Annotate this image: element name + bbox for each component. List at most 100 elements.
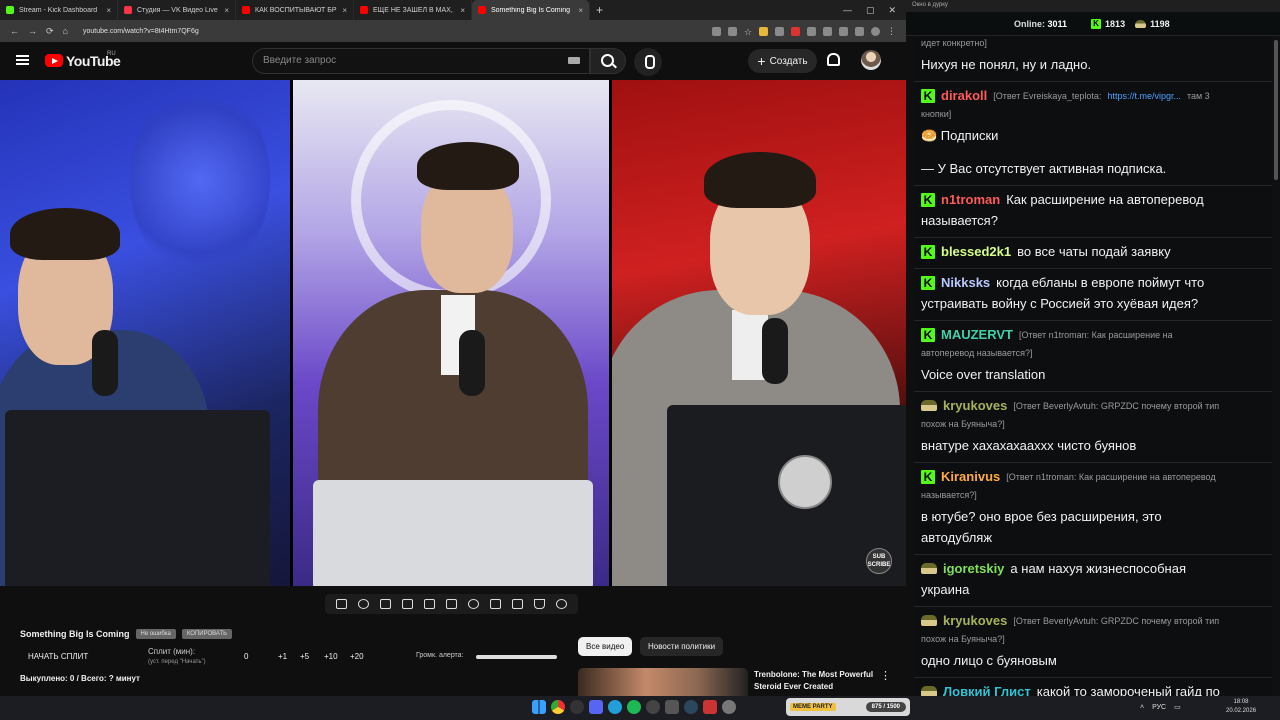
- forward-icon[interactable]: →: [28, 26, 37, 36]
- more-options-icon[interactable]: ⋮: [880, 669, 891, 682]
- microphone-icon[interactable]: [634, 48, 662, 76]
- app-icon[interactable]: [665, 700, 679, 714]
- filter-chip-all-videos[interactable]: Все видео: [578, 637, 633, 656]
- chat-message-header: Kblessed2k1 во все чаты подай заявку: [921, 244, 1171, 259]
- eye-icon[interactable]: [380, 599, 392, 609]
- alert-volume-slider[interactable]: [476, 655, 557, 659]
- recommended-title[interactable]: Trenbolone: The Most Powerful Steroid Ev…: [754, 669, 878, 693]
- extension-icon[interactable]: [759, 26, 768, 36]
- reply-link[interactable]: https://t.me/vipgr...: [1107, 91, 1181, 101]
- broadcast-icon[interactable]: [358, 599, 370, 609]
- reply-reference: [Ответ Evreiskaya_teplota:: [993, 90, 1102, 101]
- picture-in-picture-icon[interactable]: [424, 599, 436, 609]
- split-value[interactable]: 0: [244, 652, 278, 661]
- split-plus-1[interactable]: +1: [278, 652, 300, 661]
- tab-close-icon[interactable]: ×: [106, 6, 111, 15]
- browser-tab[interactable]: Stream - Kick Dashboard ×: [0, 0, 118, 20]
- tab-close-icon[interactable]: ×: [224, 6, 229, 15]
- tab-close-icon[interactable]: ×: [342, 6, 347, 15]
- obs-icon[interactable]: [570, 700, 584, 714]
- split-plus-20[interactable]: +20: [350, 652, 376, 661]
- recommended-thumbnail[interactable]: [578, 668, 748, 696]
- avatar[interactable]: [861, 50, 881, 70]
- menu-dots-icon[interactable]: ⋮: [887, 26, 896, 37]
- extension-icon[interactable]: [791, 26, 800, 36]
- home-icon[interactable]: ⌂: [63, 26, 68, 36]
- chat-username[interactable]: Nikksks: [941, 275, 990, 290]
- profile-icon[interactable]: [871, 26, 880, 36]
- chrome-icon[interactable]: [551, 700, 565, 714]
- notifications-bell-icon[interactable]: [827, 53, 840, 66]
- video-player[interactable]: SUB SCRIBE: [0, 80, 906, 586]
- keyboard-icon[interactable]: [568, 57, 580, 64]
- app-icon[interactable]: [703, 700, 717, 714]
- extension-icon[interactable]: [727, 26, 737, 36]
- chat-username[interactable]: n1troman: [941, 192, 1000, 207]
- browser-tab[interactable]: ЕЩЕ НЕ ЗАШЕЛ В MAX, А ДАЧ ×: [354, 0, 472, 20]
- app-icon[interactable]: [646, 700, 660, 714]
- minimize-icon[interactable]: —: [843, 5, 852, 16]
- chat-username[interactable]: kryukoves: [943, 613, 1007, 628]
- browser-tab[interactable]: Something Big Is Coming ×: [472, 0, 590, 20]
- steam-icon[interactable]: [684, 700, 698, 714]
- tab-close-icon[interactable]: ×: [578, 6, 583, 15]
- puzzle-icon[interactable]: [807, 26, 816, 36]
- flask-icon[interactable]: [533, 599, 545, 609]
- browser-tab[interactable]: КАК ВОСПИТЫВАЮТ БРИТАН ×: [236, 0, 354, 20]
- meme-party-widget[interactable]: MEME PARTY 875 / 1500: [786, 698, 910, 716]
- status-chip[interactable]: Не ошибка: [135, 629, 176, 639]
- start-split-button[interactable]: НАЧАТЬ СПЛИТ: [28, 652, 88, 661]
- star-icon[interactable]: ☆: [744, 27, 752, 37]
- settings-gear-icon[interactable]: [555, 599, 567, 609]
- network-icon[interactable]: ▭: [1174, 703, 1181, 711]
- chat-message-header: igoretskiy а нам нахуя жизнеспособная: [921, 561, 1186, 576]
- new-tab-icon[interactable]: +: [590, 3, 609, 17]
- extension-icon[interactable]: [855, 26, 864, 36]
- subscribe-badge[interactable]: SUB SCRIBE: [866, 548, 892, 574]
- hamburger-menu-icon[interactable]: [16, 55, 29, 65]
- vk-badge-icon: [921, 615, 937, 626]
- youtube-logo-icon[interactable]: [45, 54, 63, 67]
- subtitles-icon[interactable]: [445, 599, 457, 609]
- chat-username[interactable]: MAUZERVT: [941, 327, 1013, 342]
- discord-icon[interactable]: [589, 700, 603, 714]
- browser-tab[interactable]: Студия — VK Видео Live ×: [118, 0, 236, 20]
- chat-username[interactable]: Kiranivus: [941, 469, 1000, 484]
- reload-icon[interactable]: ⟳: [46, 26, 54, 37]
- app-icon[interactable]: [722, 700, 736, 714]
- speedometer-icon[interactable]: [467, 599, 479, 609]
- start-windows-icon[interactable]: [532, 700, 546, 714]
- split-plus-5[interactable]: +5: [300, 652, 324, 661]
- chat-username[interactable]: kryukoves: [943, 398, 1007, 413]
- close-window-icon[interactable]: ✕: [888, 5, 896, 16]
- search-button[interactable]: [590, 48, 626, 74]
- chat-username[interactable]: blessed2k1: [941, 244, 1011, 259]
- maximize-icon[interactable]: ▢: [866, 5, 875, 16]
- camera-icon[interactable]: [511, 599, 523, 609]
- chat-username[interactable]: dirakoll: [941, 88, 987, 103]
- download-icon[interactable]: [839, 26, 848, 36]
- add-frame-icon[interactable]: [489, 599, 501, 609]
- sidebar-icon[interactable]: [823, 26, 832, 36]
- tray-chevron-icon[interactable]: ˄: [1140, 704, 1144, 711]
- chat-message: kryukoves [Ответ BeverlyAvtuh: GRPZDC поч…: [914, 392, 1272, 463]
- browser-tabbar: Stream - Kick Dashboard × Студия — VK Виде…: [0, 0, 906, 20]
- language-indicator[interactable]: РУС: [1152, 704, 1166, 711]
- tab-close-icon[interactable]: ×: [460, 6, 465, 15]
- filter-chip-politics[interactable]: Новости политики: [640, 637, 724, 656]
- extension-icon[interactable]: [711, 26, 721, 36]
- telegram-icon[interactable]: [608, 700, 622, 714]
- loop-icon[interactable]: [336, 599, 348, 609]
- search-input[interactable]: Введите запрос: [252, 48, 590, 74]
- chat-username[interactable]: igoretskiy: [943, 561, 1004, 576]
- back-icon[interactable]: ←: [10, 26, 19, 36]
- film-icon[interactable]: [402, 599, 414, 609]
- spotify-icon[interactable]: [627, 700, 641, 714]
- extension-icon[interactable]: [775, 26, 784, 36]
- create-button[interactable]: + Создать: [748, 49, 817, 73]
- chat-scroll-thumb[interactable]: [1274, 40, 1278, 180]
- split-plus-10[interactable]: +10: [324, 652, 350, 661]
- system-clock[interactable]: 18:08 20.02.2026: [1226, 698, 1256, 716]
- url-field[interactable]: youtube.com/watch?v=8t4Htm7QF6g: [77, 23, 703, 39]
- copy-chip[interactable]: КОПИРОВАТЬ: [181, 629, 233, 639]
